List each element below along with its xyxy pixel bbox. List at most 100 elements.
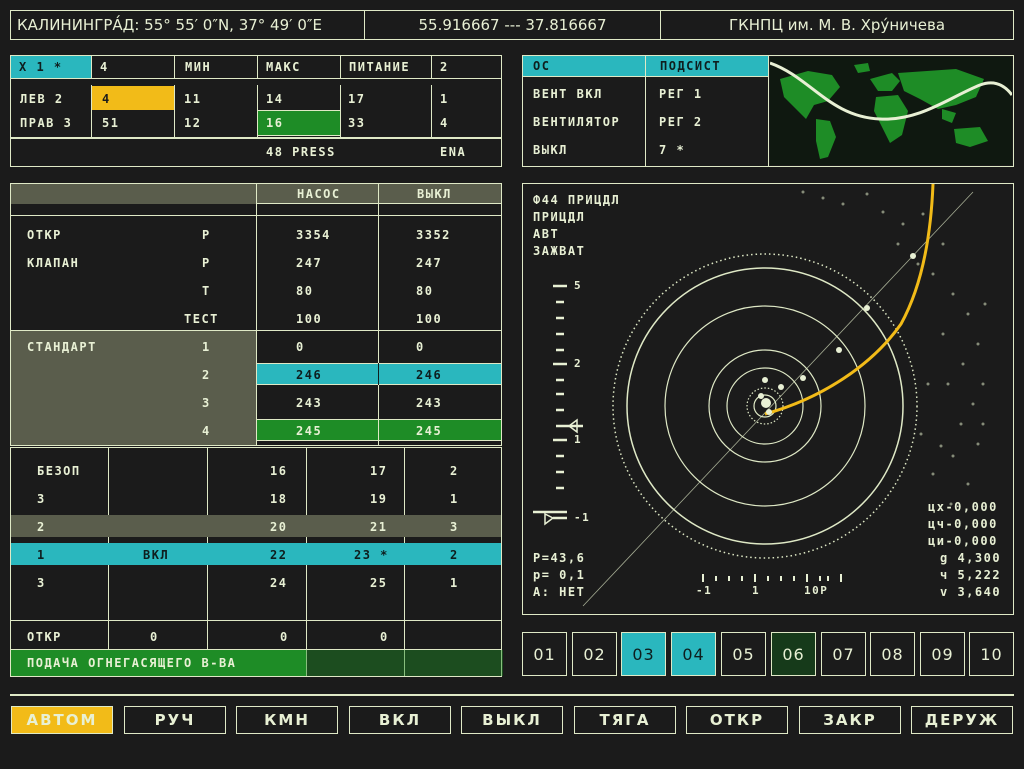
auto-button[interactable]: АВТОМ bbox=[11, 706, 113, 734]
os-header-os[interactable]: ОС bbox=[522, 55, 646, 77]
row2-idx: 2 bbox=[202, 368, 211, 382]
safety-r4-c3: 25 bbox=[370, 576, 388, 590]
open-button[interactable]: ОТКР bbox=[686, 706, 788, 734]
safety-r4-c0: 3 bbox=[37, 576, 46, 590]
row4-idx: 4 bbox=[202, 424, 211, 438]
safety-r1-c4: 1 bbox=[450, 492, 459, 506]
os-row3-a: ВЫКЛ bbox=[533, 143, 568, 157]
safety-otkr-v3: 0 bbox=[380, 630, 389, 644]
channel-09-button[interactable]: 09 bbox=[920, 632, 965, 676]
safety-r3-c0: 1 bbox=[37, 548, 46, 562]
os-row3-b: 7 * bbox=[659, 143, 686, 157]
row-t-v1: 80 bbox=[296, 284, 314, 298]
thrust-button[interactable]: ТЯГА bbox=[574, 706, 676, 734]
channel-06-button[interactable]: 06 bbox=[771, 632, 816, 676]
row4-v1: 245 bbox=[296, 424, 323, 438]
a-status-readout: A: НЕТ bbox=[533, 585, 586, 599]
close-button[interactable]: ЗАКР bbox=[799, 706, 901, 734]
row2-v1: 51 bbox=[102, 116, 120, 130]
safety-r4-c2: 24 bbox=[270, 576, 288, 590]
trajectory bbox=[764, 184, 935, 416]
safety-row-1-highlight[interactable] bbox=[11, 543, 501, 565]
row2-v3: 16 bbox=[266, 116, 284, 130]
row2-v2: 12 bbox=[184, 116, 202, 130]
channel-01-button[interactable]: 01 bbox=[522, 632, 567, 676]
on-button[interactable]: ВКЛ bbox=[349, 706, 451, 734]
safety-r0-c0: БЕЗОП bbox=[37, 464, 81, 478]
row1-v1: 4 bbox=[102, 92, 111, 106]
row-std-v1: 0 bbox=[296, 340, 305, 354]
scale-label-2: 2 bbox=[574, 357, 583, 370]
safety-r0-c4: 2 bbox=[450, 464, 459, 478]
os-row2-a: ВЕНТИЛЯТОР bbox=[533, 115, 621, 129]
row-otkr-label: ОТКР bbox=[27, 228, 62, 242]
row-test-v2: 100 bbox=[416, 312, 443, 326]
safety-row-2-highlight[interactable] bbox=[11, 515, 501, 537]
safety-r2-c2: 20 bbox=[270, 520, 288, 534]
row2-highlight[interactable] bbox=[256, 363, 502, 385]
top-table-cell-min: МИН bbox=[174, 55, 258, 79]
manual-button[interactable]: РУЧ bbox=[124, 706, 226, 734]
os-row1-b: РЕГ 1 bbox=[659, 87, 703, 101]
row3-v2: 243 bbox=[416, 396, 443, 410]
row2-v2: 246 bbox=[416, 368, 443, 382]
scale-label-1: 1 bbox=[574, 433, 583, 446]
pump-header-pump: НАСОС bbox=[256, 183, 379, 204]
header-org: ГКНПЦ им. М. В. Хру́ничева bbox=[660, 10, 1014, 40]
kmn-button[interactable]: КМН bbox=[236, 706, 338, 734]
safety-r3-c1: ВКЛ bbox=[143, 548, 170, 562]
row1-v2: 11 bbox=[184, 92, 202, 106]
row1-v3: 14 bbox=[266, 92, 284, 106]
channel-04-button[interactable]: 04 bbox=[671, 632, 716, 676]
orbit-scope-graphic bbox=[533, 184, 987, 607]
safety-r0-c2: 16 bbox=[270, 464, 288, 478]
os-header-subsys[interactable]: ПОДСИСТ bbox=[645, 55, 769, 77]
channel-08-button[interactable]: 08 bbox=[870, 632, 915, 676]
hold-button[interactable]: ДЕРУЖ bbox=[911, 706, 1013, 734]
bottom-divider bbox=[10, 694, 1014, 696]
safety-r0-c3: 17 bbox=[370, 464, 388, 478]
channel-07-button[interactable]: 07 bbox=[821, 632, 866, 676]
pump-header-off: ВЫКЛ bbox=[378, 183, 502, 204]
scope-label-3: АВТ bbox=[533, 227, 560, 241]
row-otkr-v1: 3354 bbox=[296, 228, 331, 242]
safety-otkr-label: ОТКР bbox=[27, 630, 62, 644]
row-t-v2: 80 bbox=[416, 284, 434, 298]
row-otkr-unit: P bbox=[202, 228, 211, 242]
ruler-label-a: -1 bbox=[696, 584, 713, 597]
row-t-unit: T bbox=[202, 284, 211, 298]
world-map bbox=[770, 57, 1012, 165]
row1-v5: 1 bbox=[440, 92, 449, 106]
readout-g: g 4,300 bbox=[940, 551, 1002, 565]
channel-05-button[interactable]: 05 bbox=[721, 632, 766, 676]
org-text: ГКНПЦ им. М. В. Хру́ничева bbox=[728, 16, 946, 34]
row-std-v2: 0 bbox=[416, 340, 425, 354]
off-button[interactable]: ВЫКЛ bbox=[461, 706, 563, 734]
safety-r2-c0: 2 bbox=[37, 520, 46, 534]
readout-ci: ци-0,000 bbox=[928, 534, 998, 548]
coords-text: 55.916667 --- 37.816667 bbox=[418, 16, 607, 34]
channel-03-button[interactable]: 03 bbox=[621, 632, 666, 676]
top-table-cell-x1[interactable]: X 1 * bbox=[10, 55, 92, 79]
safety-r3-c2: 22 bbox=[270, 548, 288, 562]
row3-idx: 3 bbox=[202, 396, 211, 410]
row4-highlight[interactable] bbox=[256, 419, 502, 441]
safety-r1-c3: 19 bbox=[370, 492, 388, 506]
readout-v: v 3,640 bbox=[940, 585, 1002, 599]
horizontal-ruler bbox=[702, 574, 842, 582]
channel-02-button[interactable]: 02 bbox=[572, 632, 617, 676]
header-coords: 55.916667 --- 37.816667 bbox=[364, 10, 661, 40]
row-klapan-label: КЛАПАН bbox=[27, 256, 80, 270]
row3-v1: 243 bbox=[296, 396, 323, 410]
row-test-v1: 100 bbox=[296, 312, 323, 326]
safety-otkr-v1: 0 bbox=[150, 630, 159, 644]
readout-cch: цч-0,000 bbox=[928, 517, 998, 531]
safety-r2-c3: 21 bbox=[370, 520, 388, 534]
row2-v1: 246 bbox=[296, 368, 323, 382]
row-std-label: СТАНДАРТ bbox=[27, 340, 97, 354]
safety-otkr-v2: 0 bbox=[280, 630, 289, 644]
row1-v4: 17 bbox=[348, 92, 366, 106]
os-row1-a: ВЕНТ ВКЛ bbox=[533, 87, 603, 101]
channel-10-button[interactable]: 10 bbox=[969, 632, 1014, 676]
top-table-cell-h6: 2 bbox=[431, 55, 502, 79]
